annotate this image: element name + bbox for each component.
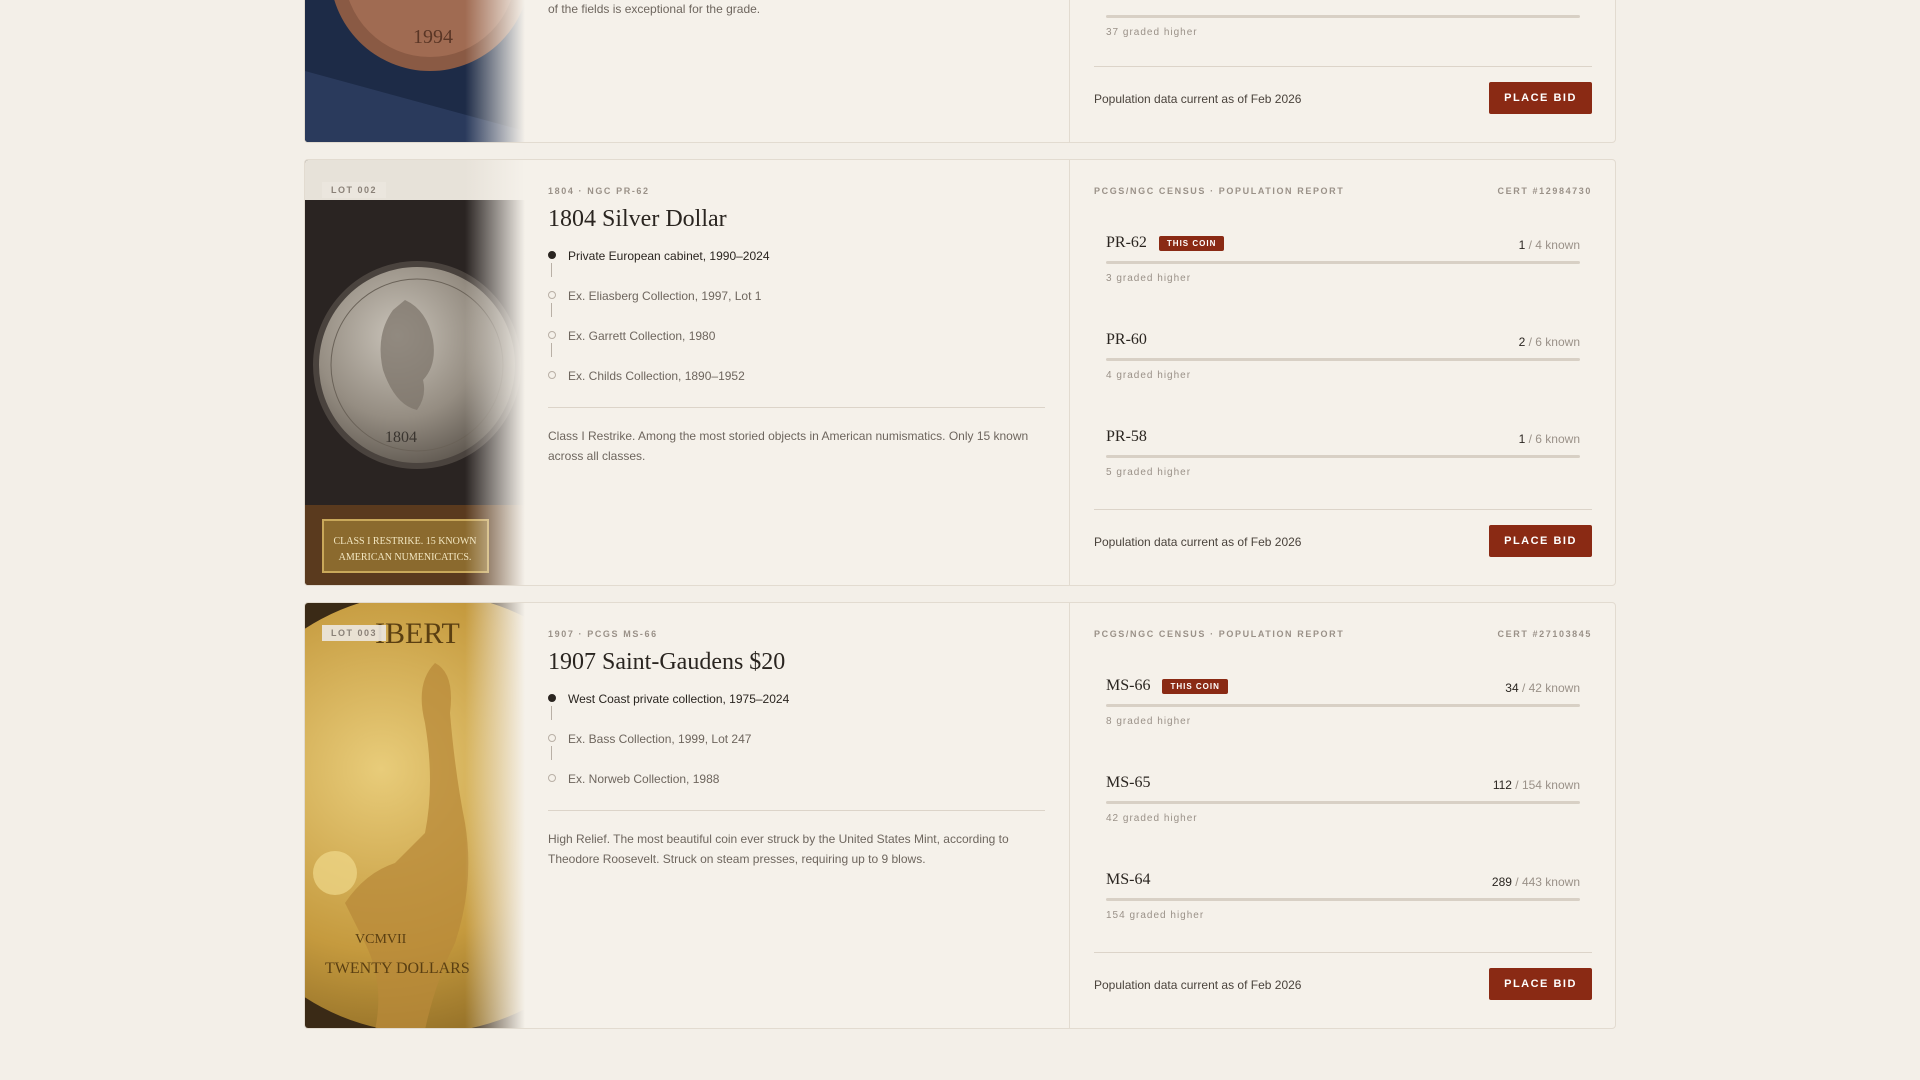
provenance-item: Ex. Norweb Collection, 1988 xyxy=(548,772,1045,812)
census-header: PCGS/NGC CENSUS · POPULATION REPORT CERT… xyxy=(1094,629,1592,639)
graded-higher: 42 graded higher xyxy=(1106,813,1198,824)
grade-row: PR-58 1 / 6 known 5 graded higher xyxy=(1106,428,1580,498)
provenance-item: Ex. Childs Collection, 1890–1952 xyxy=(548,369,1045,409)
graded-higher: 4 graded higher xyxy=(1106,370,1192,381)
population-bar xyxy=(1106,455,1580,458)
lot-title: 1804 Silver Dollar xyxy=(548,206,727,232)
grade-row: MS-65 112 / 154 known 42 graded higher xyxy=(1106,774,1580,844)
lot-badge: LOT 003 xyxy=(322,625,387,641)
coin-1804-image: 1804 CLASS I RESTRIKE. 15 KNOWN AMERICAN… xyxy=(305,160,525,585)
svg-text:TWENTY DOLLARS: TWENTY DOLLARS xyxy=(325,960,470,977)
grade-label: PR-58 xyxy=(1106,428,1147,445)
census-header: PCGS/NGC CENSUS · POPULATION REPORT CERT… xyxy=(1094,186,1592,196)
this-coin-badge: THIS COIN xyxy=(1162,678,1228,694)
coin-saint-gaudens-image: IBERT VCMVII TWENTY DOLLARS xyxy=(305,603,525,1028)
provenance-item: Ex. Eliasberg Collection, 1997, Lot 1 xyxy=(548,289,1045,329)
svg-text:IBERT: IBERT xyxy=(375,617,460,650)
svg-text:VCMVII: VCMVII xyxy=(355,932,407,947)
timeline-dot-icon xyxy=(548,734,556,742)
provenance-item: Ex. Garrett Collection, 1980 xyxy=(548,329,1045,369)
graded-higher: 5 graded higher xyxy=(1106,467,1192,478)
lot-description: of the fields is exceptional for the gra… xyxy=(548,2,761,16)
grade-row: MS-66 THIS COIN 34 / 42 known 8 graded hi… xyxy=(1106,677,1580,747)
svg-text:1804: 1804 xyxy=(385,429,417,446)
timeline-dot-icon xyxy=(548,774,556,782)
population-count: 112 / 154 known xyxy=(1492,778,1580,792)
grade-label: PR-62 xyxy=(1106,234,1147,251)
svg-text:AMERICAN NUMENICATICS.: AMERICAN NUMENICATICS. xyxy=(339,552,472,563)
population-count: 34 / 42 known xyxy=(1505,681,1580,695)
place-bid-button[interactable]: PLACE BID xyxy=(1489,82,1592,114)
graded-higher: 8 graded higher xyxy=(1106,716,1192,727)
timeline-dot-icon xyxy=(548,291,556,299)
grade-row: PR-62 THIS COIN 1 / 4 known 3 graded high… xyxy=(1106,234,1580,304)
lot-card-1: 1994 of the fields is exceptional for th… xyxy=(304,0,1616,143)
population-bar xyxy=(1106,358,1580,361)
place-bid-button[interactable]: PLACE BID xyxy=(1489,525,1592,557)
coin-image: IBERT VCMVII TWENTY DOLLARS LOT 003 xyxy=(305,603,525,1028)
lot-title: 1907 Saint-Gaudens $20 xyxy=(548,649,786,675)
lot-kicker: 1804 · NGC PR-62 xyxy=(548,186,650,196)
lot-badge: LOT 002 xyxy=(322,182,387,198)
population-count: 289 / 443 known xyxy=(1491,875,1580,889)
timeline-dot-icon xyxy=(548,371,556,379)
population-note: Population data current as of Feb 2026 xyxy=(1094,92,1302,106)
population-count: 1 / 4 known xyxy=(1518,238,1580,252)
lot-description: Class I Restrike. Among the most storied… xyxy=(548,429,1029,463)
lot-description: High Relief. The most beautiful coin eve… xyxy=(548,832,1009,866)
grade-row: PR-60 2 / 6 known 4 graded higher xyxy=(1106,331,1580,401)
place-bid-button[interactable]: PLACE BID xyxy=(1489,968,1592,1000)
coin-image: 1994 xyxy=(305,0,525,142)
lot-card-2: 1804 CLASS I RESTRIKE. 15 KNOWN AMERICAN… xyxy=(304,159,1616,586)
population-bar xyxy=(1106,261,1580,264)
graded-higher: 154 graded higher xyxy=(1106,910,1205,921)
grade-label: MS-66 xyxy=(1106,677,1151,694)
population-note: Population data current as of Feb 2026 xyxy=(1094,978,1302,992)
population-bar xyxy=(1106,898,1580,901)
lot-kicker: 1907 · PCGS MS-66 xyxy=(548,629,658,639)
grade-label: MS-64 xyxy=(1106,871,1151,888)
coin-1994-image: 1994 xyxy=(305,0,525,142)
timeline-dot-icon xyxy=(548,331,556,339)
graded-higher: 37 graded higher xyxy=(1106,27,1198,38)
lot-card-3: IBERT VCMVII TWENTY DOLLARS LOT 003 1907… xyxy=(304,602,1616,1029)
population-count: 2 / 6 known xyxy=(1518,335,1580,349)
population-note: Population data current as of Feb 2026 xyxy=(1094,535,1302,549)
population-bar xyxy=(1106,704,1580,707)
provenance-item: Private European cabinet, 1990–2024 xyxy=(548,249,1045,289)
grade-label: PR-60 xyxy=(1106,331,1147,348)
provenance-list: West Coast private collection, 1975–2024… xyxy=(548,692,1045,812)
population-bar xyxy=(1106,15,1580,18)
population-count: 1 / 6 known xyxy=(1518,432,1580,446)
grade-row: 37 graded higher xyxy=(1106,0,1580,58)
provenance-item: West Coast private collection, 1975–2024 xyxy=(548,692,1045,732)
provenance-item: Ex. Bass Collection, 1999, Lot 247 xyxy=(548,732,1045,772)
cert-number: CERT #12984730 xyxy=(1497,186,1592,196)
population-bar xyxy=(1106,801,1580,804)
svg-text:1994: 1994 xyxy=(413,26,453,48)
svg-text:CLASS I RESTRIKE. 15 KNOWN: CLASS I RESTRIKE. 15 KNOWN xyxy=(333,536,476,547)
grade-row: MS-64 289 / 443 known 154 graded higher xyxy=(1106,871,1580,941)
grade-label: MS-65 xyxy=(1106,774,1151,791)
cert-number: CERT #27103845 xyxy=(1497,629,1592,639)
provenance-list: Private European cabinet, 1990–2024 Ex. … xyxy=(548,249,1045,409)
this-coin-badge: THIS COIN xyxy=(1158,235,1225,251)
graded-higher: 3 graded higher xyxy=(1106,273,1192,284)
coin-image: 1804 CLASS I RESTRIKE. 15 KNOWN AMERICAN… xyxy=(305,160,525,585)
timeline-dot-icon xyxy=(548,694,556,702)
timeline-dot-icon xyxy=(548,251,556,259)
